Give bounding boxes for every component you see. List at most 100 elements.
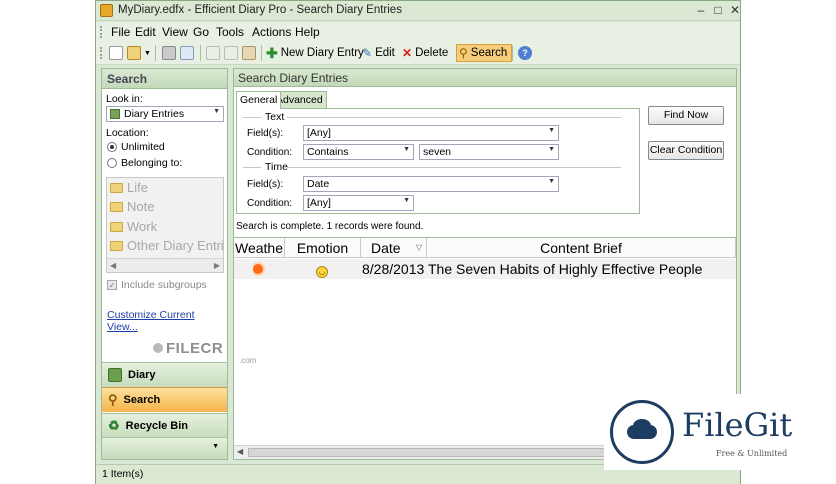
find-now-button[interactable]: Find Now: [648, 106, 724, 125]
column-header-date[interactable]: Date ▽: [361, 238, 427, 258]
search-text-value: seven: [423, 146, 452, 158]
menu-go[interactable]: Go: [193, 25, 209, 39]
sun-icon: [253, 259, 273, 279]
customize-current-view-link[interactable]: Customize Current View...: [107, 309, 227, 333]
menu-help[interactable]: Help: [295, 25, 320, 39]
plus-icon: ✚: [266, 44, 278, 61]
condition-select[interactable]: Contains ▼: [303, 144, 414, 160]
edit-label: Edit: [375, 47, 395, 59]
toolbar-separator: [261, 45, 262, 61]
chevron-down-icon: ▼: [548, 146, 555, 153]
time-fields-select[interactable]: Date ▼: [303, 176, 559, 192]
chevron-down-icon: ▼: [403, 146, 410, 153]
menu-grip-icon: [100, 26, 102, 38]
nav-recycle-bin-label: Recycle Bin: [125, 420, 189, 432]
folder-icon: [110, 221, 123, 232]
tab-general[interactable]: General: [236, 91, 282, 109]
search-toolbar-button[interactable]: ⚲ Search: [456, 44, 513, 62]
look-in-select[interactable]: Diary Entries ▼: [106, 106, 224, 122]
belonging-to-radio[interactable]: [107, 158, 117, 168]
time-condition-label: Condition:: [247, 198, 293, 209]
print-preview-button[interactable]: [180, 44, 194, 62]
category-item-other[interactable]: Other Diary Entri: [110, 238, 224, 253]
search-options-panel: Search Look in: Diary Entries ▼ Location:…: [101, 68, 228, 460]
group-divider: [287, 117, 621, 118]
delete-x-icon: ✕: [402, 46, 413, 60]
copy-button[interactable]: [224, 44, 238, 62]
chevron-down-icon[interactable]: ▼: [212, 443, 219, 450]
condition-value: Contains: [307, 146, 349, 158]
chevron-down-icon: ▼: [548, 127, 555, 134]
scroll-right-icon[interactable]: ▶: [214, 261, 220, 270]
close-button[interactable]: ✕: [722, 2, 748, 19]
table-row[interactable]: ◡ 8/28/2013 The Seven Habits of Highly E…: [234, 259, 736, 279]
column-header-content-brief[interactable]: Content Brief: [427, 238, 736, 258]
include-subgroups-checkbox[interactable]: ✓: [107, 280, 117, 290]
nav-overflow-bar[interactable]: ▼: [102, 437, 227, 459]
chevron-down-icon: ▼: [213, 108, 220, 115]
cut-button[interactable]: [206, 44, 220, 62]
pencil-icon: ✎: [362, 46, 373, 60]
folder-icon: [110, 240, 123, 251]
cut-icon: [206, 46, 220, 60]
nav-search-button[interactable]: ⚲ Search: [102, 387, 227, 412]
print-button[interactable]: [162, 44, 176, 62]
menu-view[interactable]: View: [162, 25, 188, 39]
filegit-logo-icon: [610, 400, 674, 464]
scroll-left-icon[interactable]: ◀: [237, 447, 243, 456]
menu-file[interactable]: File: [111, 25, 130, 39]
toolbar-separator: [155, 45, 156, 61]
time-fields-label: Field(s):: [247, 179, 284, 190]
category-label: Work: [127, 219, 158, 234]
menu-tools[interactable]: Tools: [216, 25, 244, 39]
group-divider: [243, 117, 261, 118]
search-status-text: Search is complete. 1 records were found…: [236, 221, 424, 232]
toolbar-separator: [200, 45, 201, 61]
filegit-name: FileGit: [682, 406, 793, 444]
menu-edit[interactable]: Edit: [135, 25, 156, 39]
category-label: Other Diary Entri: [127, 238, 224, 253]
general-tab-content: Text Field(s): [Any] ▼ Condition: Contain…: [236, 108, 640, 214]
diary-app-icon: [100, 4, 113, 17]
print-icon: [162, 46, 176, 60]
scroll-left-icon[interactable]: ◀: [110, 261, 116, 270]
new-file-button[interactable]: [109, 44, 123, 62]
new-diary-entry-button[interactable]: ✚ New Diary Entry: [266, 44, 364, 62]
search-label: Search: [470, 47, 508, 59]
category-horizontal-scrollbar[interactable]: ◀ ▶: [107, 258, 223, 272]
column-header-weather[interactable]: Weathe: [234, 238, 285, 258]
look-in-label: Look in:: [106, 93, 143, 105]
category-item-life[interactable]: Life: [110, 180, 148, 195]
category-label: Note: [127, 199, 155, 214]
menu-bar: File Edit View Go Tools Actions Help: [96, 22, 740, 41]
paste-button[interactable]: [242, 44, 256, 62]
filegit-tagline: Free & Unlimited: [716, 449, 788, 458]
entry-date: 8/28/2013: [362, 261, 425, 277]
column-header-emotion[interactable]: Emotion: [285, 238, 361, 258]
text-fields-select[interactable]: [Any] ▼: [303, 125, 559, 141]
edit-button[interactable]: ✎ Edit: [362, 44, 395, 62]
help-button[interactable]: ?: [518, 44, 532, 62]
search-text-input[interactable]: seven ▼: [419, 144, 559, 160]
menu-actions[interactable]: Actions: [252, 25, 291, 39]
category-item-note[interactable]: Note: [110, 199, 154, 214]
time-condition-select[interactable]: [Any] ▼: [303, 195, 414, 211]
folder-icon: [110, 201, 123, 212]
open-folder-icon: [127, 46, 141, 60]
chevron-down-icon: ▼: [403, 197, 410, 204]
diary-book-icon: [110, 109, 120, 119]
text-group-label: Text: [265, 111, 285, 123]
clear-condition-button[interactable]: Clear Condition: [648, 141, 724, 160]
group-divider: [287, 167, 621, 168]
nav-recycle-bin-button[interactable]: ♻ Recycle Bin: [102, 413, 227, 438]
include-subgroups-label: Include subgroups: [121, 279, 207, 291]
belonging-to-label: Belonging to:: [121, 157, 183, 169]
category-item-work[interactable]: Work: [110, 219, 157, 234]
nav-diary-button[interactable]: Diary: [102, 362, 227, 387]
filegit-watermark: FileGit Free & Unlimited: [604, 394, 836, 470]
copy-icon: [224, 46, 238, 60]
delete-button[interactable]: ✕ Delete: [402, 44, 448, 62]
smiley-icon: ◡: [316, 259, 336, 279]
open-file-button[interactable]: ▼: [127, 44, 151, 62]
unlimited-radio[interactable]: [107, 142, 117, 152]
